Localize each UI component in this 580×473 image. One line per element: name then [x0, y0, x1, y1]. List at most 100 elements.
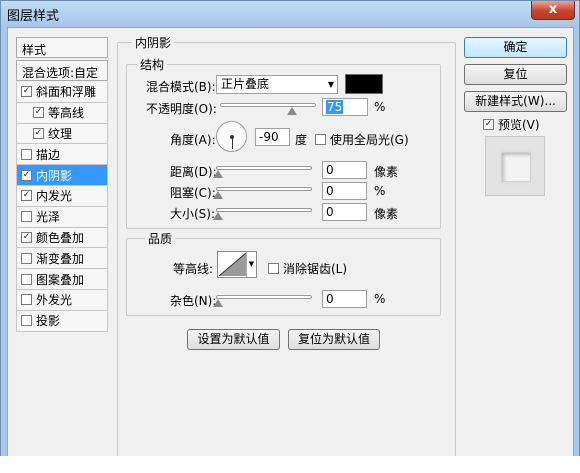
effect-label: 颜色叠加: [36, 230, 85, 245]
blend-mode-value: 正片叠底: [221, 77, 270, 91]
anti-alias-checkbox[interactable]: 消除锯齿(L): [268, 260, 347, 277]
choke-input[interactable]: 0: [322, 182, 367, 200]
dialog-body: 样式 混合选项:自定 ✓ 斜面和浮雕 ✓ 等高线 ✓ 纹理描边 ✓ 内阴影 ✓ 内发光光泽 ✓ 颜色叠…: [7, 27, 574, 465]
effect-label: 纹理: [48, 126, 73, 141]
blending-options-item[interactable]: 混合选项:自定: [16, 60, 108, 81]
opacity-input[interactable]: 75: [322, 98, 368, 116]
size-slider-thumb[interactable]: [213, 212, 223, 220]
effect-checkbox[interactable]: [21, 294, 32, 306]
effect-label: 投影: [36, 314, 61, 329]
blend-mode-label: 混合模式(B):: [146, 80, 216, 94]
effect-checkbox[interactable]: [21, 211, 32, 223]
effect-checkbox[interactable]: [21, 273, 32, 285]
size-input[interactable]: 0: [322, 203, 367, 221]
effect-item-7[interactable]: ✓ 颜色叠加: [16, 227, 108, 249]
global-light-check[interactable]: [315, 134, 326, 145]
effect-checkbox[interactable]: ✓: [33, 107, 44, 119]
effect-item-11[interactable]: 投影: [16, 310, 108, 332]
angle-dial[interactable]: [216, 121, 247, 152]
angle-input[interactable]: -90: [255, 128, 290, 146]
linear-contour-icon: [218, 252, 247, 277]
noise-unit: %: [374, 292, 386, 306]
effect-label: 斜面和浮雕: [36, 85, 97, 100]
effect-label: 外发光: [36, 293, 73, 308]
style-preview-thumbnail: [485, 136, 545, 196]
reset-default-button[interactable]: 复位为默认值: [288, 329, 380, 350]
opacity-value: 75: [326, 100, 344, 114]
distance-label: 距离(D):: [170, 165, 217, 179]
preview-checkbox[interactable]: ✓ 预览(V): [483, 116, 540, 133]
effect-checkbox[interactable]: ✓: [33, 127, 44, 139]
inner-shadow-group: 内阴影 结构 混合模式(B): 正片叠底 ▼ 不透明度(O): 75 % 角度(…: [117, 34, 456, 460]
effect-label: 图案叠加: [36, 272, 85, 287]
noise-slider-thumb[interactable]: [213, 299, 223, 307]
distance-unit: 像素: [374, 165, 399, 179]
size-unit: 像素: [374, 207, 399, 221]
opacity-slider[interactable]: [220, 103, 316, 107]
effect-label: 内发光: [36, 189, 73, 204]
opacity-slider-thumb[interactable]: [287, 107, 297, 115]
angle-value: -90: [259, 130, 279, 144]
structure-group: 结构 混合模式(B): 正片叠底 ▼ 不透明度(O): 75 % 角度(A):: [126, 56, 441, 229]
anti-alias-label: 消除锯齿(L): [283, 262, 348, 276]
size-label: 大小(S):: [170, 207, 216, 221]
background-strip: [0, 456, 580, 473]
close-button[interactable]: x: [531, 1, 575, 20]
dialog-title: 图层样式: [7, 9, 60, 24]
anti-alias-check[interactable]: [268, 263, 279, 274]
style-list-panel: 样式 混合选项:自定 ✓ 斜面和浮雕 ✓ 等高线 ✓ 纹理描边 ✓ 内阴影 ✓ 内发光光泽 ✓ 颜色叠…: [16, 37, 108, 457]
new-style-button[interactable]: 新建样式(W)...: [464, 91, 567, 112]
noise-slider[interactable]: [216, 295, 312, 299]
effect-item-1[interactable]: ✓ 等高线: [16, 102, 108, 124]
quality-group: 品质 等高线: ▼ 消除锯齿(L) 杂色(N): 0 %: [126, 230, 441, 316]
styles-header[interactable]: 样式: [16, 37, 108, 58]
inner-shadow-title: 内阴影: [132, 34, 175, 51]
effect-item-3[interactable]: 描边: [16, 144, 108, 166]
effect-item-9[interactable]: 图案叠加: [16, 269, 108, 290]
effect-checkbox[interactable]: ✓: [21, 231, 32, 243]
noise-input[interactable]: 0: [322, 290, 367, 308]
opacity-label: 不透明度(O):: [146, 102, 217, 116]
size-value: 0: [326, 205, 334, 219]
angle-label: 角度(A):: [170, 133, 216, 147]
preview-check[interactable]: ✓: [483, 119, 494, 130]
effect-item-0[interactable]: ✓ 斜面和浮雕: [16, 82, 108, 103]
blend-mode-select[interactable]: 正片叠底 ▼: [216, 75, 338, 94]
effect-item-8[interactable]: 渐变叠加: [16, 248, 108, 270]
effect-checkbox[interactable]: [21, 148, 32, 160]
effect-item-10[interactable]: 外发光: [16, 289, 108, 311]
effect-item-5[interactable]: ✓ 内发光: [16, 185, 108, 207]
effect-item-4[interactable]: ✓ 内阴影: [16, 165, 108, 186]
choke-slider[interactable]: [216, 187, 312, 191]
effect-checkbox[interactable]: ✓: [21, 190, 32, 202]
effect-checkbox[interactable]: ✓: [21, 86, 32, 98]
preview-shape: [501, 152, 531, 182]
contour-label: 等高线:: [173, 262, 214, 276]
contour-picker[interactable]: ▼: [217, 251, 257, 278]
size-slider[interactable]: [216, 208, 312, 212]
ok-button[interactable]: 确定: [464, 37, 567, 58]
shadow-color-swatch[interactable]: [345, 74, 383, 94]
chevron-down-icon[interactable]: ▼: [246, 252, 256, 277]
reset-button[interactable]: 复位: [464, 64, 567, 85]
distance-slider[interactable]: [216, 166, 312, 170]
distance-input[interactable]: 0: [322, 161, 367, 179]
noise-label: 杂色(N):: [170, 294, 217, 308]
effect-checkbox[interactable]: ✓: [21, 169, 32, 181]
effect-label: 等高线: [48, 106, 85, 121]
global-light-label: 使用全局光(G): [330, 133, 409, 147]
make-default-button[interactable]: 设置为默认值: [187, 329, 280, 350]
distance-slider-thumb[interactable]: [213, 170, 223, 178]
angle-unit: 度: [295, 133, 308, 147]
choke-slider-thumb[interactable]: [213, 191, 223, 199]
effect-item-2[interactable]: ✓ 纹理: [16, 123, 108, 145]
choke-label: 阻塞(C):: [170, 186, 216, 200]
effect-checkbox[interactable]: [21, 252, 32, 264]
effect-checkbox[interactable]: [21, 315, 32, 327]
choke-unit: %: [374, 184, 386, 198]
choke-value: 0: [326, 184, 334, 198]
effect-item-6[interactable]: 光泽: [16, 206, 108, 228]
effect-label: 内阴影: [36, 168, 73, 183]
layer-style-dialog: 图层样式 x 样式 混合选项:自定 ✓ 斜面和浮雕 ✓ 等高线 ✓ 纹理描边 ✓ 内阴影 ✓ 内发…: [0, 0, 580, 473]
global-light-checkbox[interactable]: 使用全局光(G): [315, 131, 409, 148]
